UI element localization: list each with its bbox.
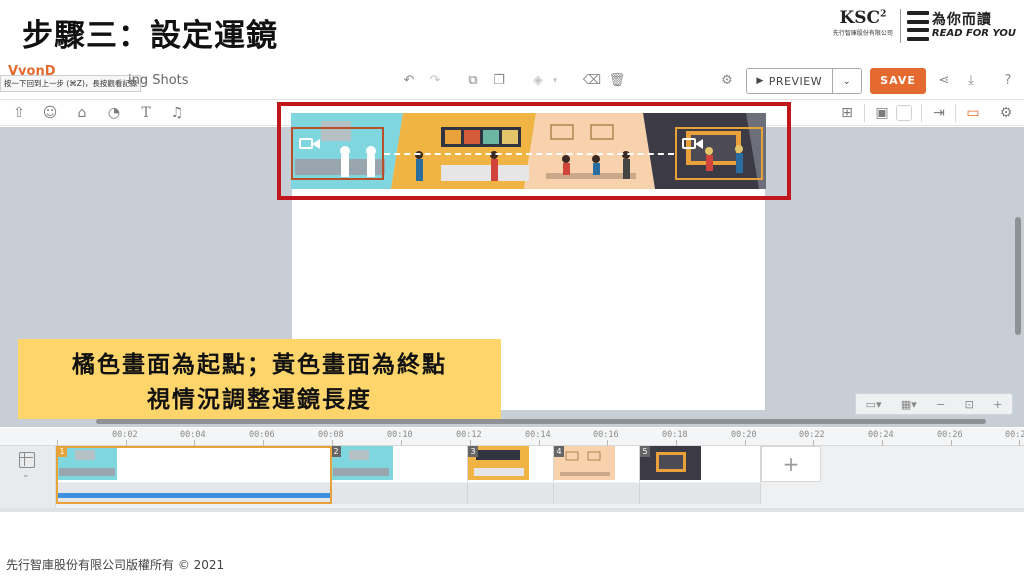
copy-icon[interactable]: ⧉ bbox=[463, 71, 483, 91]
music-icon[interactable]: ♫ bbox=[167, 103, 187, 123]
logos: KSC2 先行智庫股份有限公司 為你而讀 READ FOR YOU bbox=[832, 4, 1016, 48]
track-header: ⌄ bbox=[0, 446, 56, 508]
ruler-tick: 00:14 bbox=[525, 430, 551, 440]
chevron-down-icon[interactable]: ⌄ bbox=[22, 470, 30, 480]
ruler-tick: 00:22 bbox=[799, 430, 825, 440]
ruler-tick: 00:12 bbox=[456, 430, 482, 440]
settings-icon[interactable]: ⚙ bbox=[996, 103, 1016, 123]
copyright: 先行智庫股份有限公司版權所有 © 2021 bbox=[6, 558, 225, 572]
zoom-controls: ▭▾ ▦▾ − ⊡ + bbox=[855, 393, 1013, 415]
highlight-box bbox=[277, 102, 791, 200]
preview-button[interactable]: ▶ PREVIEW ⌄ bbox=[746, 68, 862, 94]
callout-line-2: 視情況調整運鏡長度 bbox=[147, 387, 372, 413]
paint-icon[interactable]: ⌫ bbox=[582, 71, 602, 91]
save-button[interactable]: SAVE bbox=[870, 68, 926, 94]
read-for-you-en: READ FOR YOU bbox=[931, 28, 1016, 40]
chevron-down-icon[interactable]: ⌄ bbox=[833, 76, 862, 87]
read-for-you-logo: 為你而讀 READ FOR YOU bbox=[906, 11, 1016, 41]
stage: 步驟三：設定運鏡 KSC2 先行智庫股份有限公司 為你而讀 READ FOR Y… bbox=[0, 0, 1024, 576]
app-toolbar: VyonD 按一下回到上一步 (⌘Z)，長按觀看記錄 ing Shots ↶ ↷… bbox=[0, 62, 1024, 100]
help-icon[interactable]: ? bbox=[998, 71, 1018, 91]
undo-tooltip: 按一下回到上一步 (⌘Z)，長按觀看記錄 bbox=[0, 75, 142, 92]
paste-icon[interactable]: ❐ bbox=[489, 71, 509, 91]
swap-icon[interactable]: ⊞ bbox=[837, 103, 857, 123]
exit-icon[interactable]: ⇥ bbox=[929, 103, 949, 123]
zoom-in-icon[interactable]: + bbox=[993, 398, 1002, 411]
props-icon[interactable]: ⌂ bbox=[72, 103, 92, 123]
logo-divider bbox=[899, 9, 901, 43]
ruler-tick: 00:10 bbox=[387, 430, 413, 440]
scene-number: 2 bbox=[331, 446, 341, 457]
undo-icon[interactable]: ↶ bbox=[399, 71, 419, 91]
text-icon[interactable]: T bbox=[136, 103, 156, 123]
preview-label: PREVIEW bbox=[768, 74, 823, 88]
redo-icon[interactable]: ↷ bbox=[425, 71, 445, 91]
ruler-tick: 00:08 bbox=[318, 430, 344, 440]
scene-number: 3 bbox=[468, 446, 478, 457]
scene-number: 5 bbox=[640, 446, 650, 457]
add-scene-button[interactable]: + bbox=[761, 446, 821, 482]
slide-title: 步驟三：設定運鏡 bbox=[22, 18, 278, 54]
ruler-tick: 00:26 bbox=[937, 430, 963, 440]
scene-track-icon[interactable] bbox=[19, 452, 35, 468]
play-icon: ▶ bbox=[756, 76, 764, 86]
ruler-tick: 00:18 bbox=[662, 430, 688, 440]
zoom-out-icon[interactable]: − bbox=[936, 398, 945, 411]
ruler-tick: 00:16 bbox=[593, 430, 619, 440]
scene-thumbnail[interactable]: 3 bbox=[468, 446, 554, 482]
camera-duration-bar[interactable] bbox=[58, 493, 330, 498]
ruler-tick: 00:2 bbox=[1005, 430, 1024, 440]
timeline-ruler[interactable]: 00:02 00:04 00:06 00:08 00:10 00:12 00:1… bbox=[0, 428, 1024, 446]
ruler-tick: 00:20 bbox=[731, 430, 757, 440]
ruler-tick: 00:02 bbox=[112, 430, 138, 440]
share-icon[interactable]: ⋖ bbox=[934, 71, 954, 91]
zoom-fit-icon[interactable]: ⊡ bbox=[965, 398, 974, 411]
ksc-logo-sup: 2 bbox=[880, 9, 887, 20]
upload-icon[interactable]: ⇧ bbox=[9, 103, 29, 123]
chevron-down-icon[interactable]: ▾ bbox=[545, 71, 565, 91]
callout-line-1: 橘色畫面為起點；黃色畫面為終點 bbox=[72, 352, 447, 378]
image-icon[interactable]: ▣ bbox=[872, 103, 892, 123]
annotation-callout: 橘色畫面為起點；黃色畫面為終點 視情況調整運鏡長度 bbox=[18, 339, 501, 419]
settings-icon[interactable]: ⚙ bbox=[717, 71, 737, 91]
books-icon bbox=[906, 11, 929, 41]
character-icon[interactable]: ☺ bbox=[40, 103, 60, 123]
grid-icon[interactable]: ▦▾ bbox=[901, 398, 917, 411]
timeline-bottom bbox=[0, 508, 1024, 512]
scene-thumbnail[interactable]: 4 bbox=[554, 446, 640, 482]
trash-icon[interactable]: 🗑 bbox=[607, 71, 627, 91]
vertical-scroll-thumb[interactable] bbox=[1015, 217, 1021, 335]
fit-icon[interactable]: ▭▾ bbox=[866, 398, 882, 411]
ksc-logo: KSC2 先行智庫股份有限公司 bbox=[832, 6, 894, 46]
scene-thumbnail[interactable]: 5 bbox=[640, 446, 761, 482]
ruler-tick: 00:06 bbox=[249, 430, 275, 440]
ksc-logo-mark: KSC bbox=[839, 8, 881, 28]
chart-icon[interactable]: ◔ bbox=[104, 103, 124, 123]
camera-icon[interactable]: ▭ bbox=[963, 103, 983, 123]
horizontal-scroll-thumb[interactable] bbox=[96, 419, 986, 424]
download-icon[interactable]: ⤓ bbox=[961, 71, 981, 91]
ruler-tick: 00:04 bbox=[180, 430, 206, 440]
scene-number: 4 bbox=[554, 446, 564, 457]
read-for-you-cn: 為你而讀 bbox=[931, 11, 992, 28]
ksc-logo-subtitle: 先行智庫股份有限公司 bbox=[832, 30, 893, 37]
project-name[interactable]: ing Shots bbox=[128, 73, 189, 88]
background-color-swatch[interactable] bbox=[896, 105, 912, 121]
scene-thumbnail[interactable]: 2 bbox=[331, 446, 468, 482]
ruler-tick: 00:24 bbox=[868, 430, 894, 440]
